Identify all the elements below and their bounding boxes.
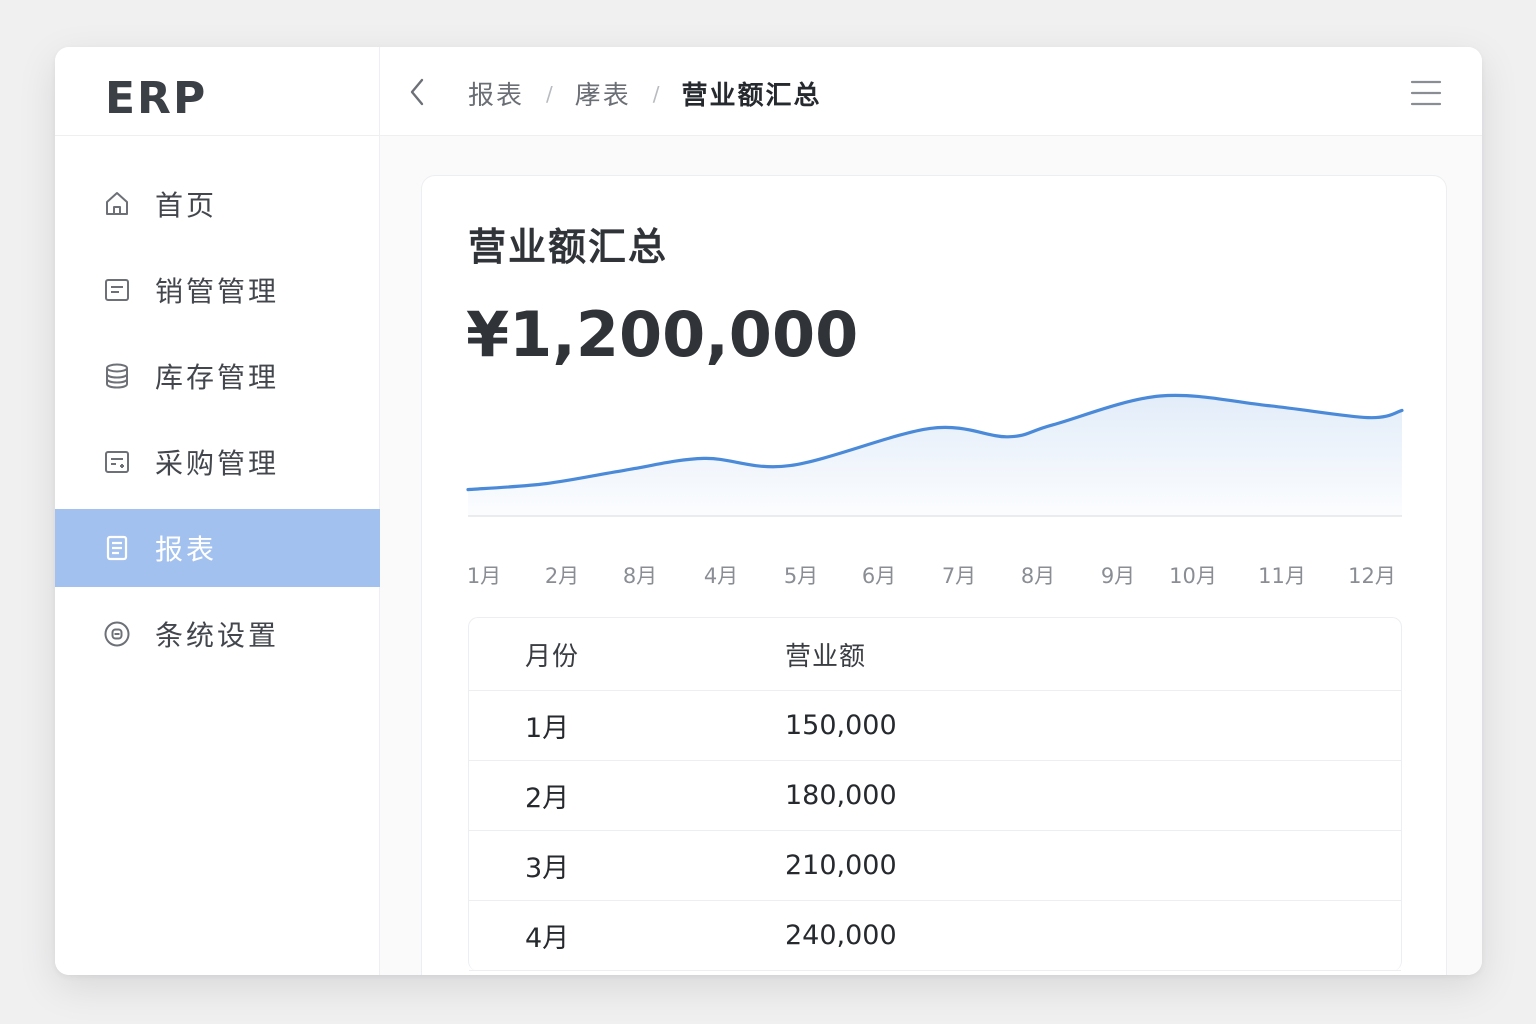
revenue-total: ¥1,200,000: [466, 298, 859, 371]
report-icon: [103, 534, 131, 562]
x-tick-label: 12月: [1348, 564, 1396, 588]
cell-month: 1月: [525, 713, 570, 744]
table-row[interactable]: 2月 180,000: [469, 761, 1401, 831]
cell-month: 3月: [525, 853, 570, 884]
sidebar-item-home[interactable]: 首页: [55, 165, 380, 243]
x-tick-label: 5月: [783, 564, 819, 588]
top-header: 报表 / 庨表 / 营业额汇总: [380, 47, 1482, 136]
x-tick-label: 1月: [466, 564, 502, 588]
cell-amount: 240,000: [785, 920, 897, 951]
breadcrumb-separator: /: [652, 81, 660, 106]
breadcrumb-current: 营业额汇总: [681, 81, 822, 111]
breadcrumb-item[interactable]: 报表: [468, 75, 524, 112]
column-header-amount[interactable]: 营业额: [785, 636, 866, 673]
card-title: 营业额汇总: [468, 225, 669, 269]
sidebar-item-inventory[interactable]: 库存管理: [55, 337, 380, 415]
sidebar-item-label: 销管管理: [155, 275, 280, 308]
main-content: 营业额汇总 ¥1,200,000 1月 2月 8月 4月 5月 6月 7月 8月 9月 10月 11…: [380, 136, 1482, 975]
database-icon: [103, 362, 131, 390]
x-tick-label: 11月: [1258, 564, 1306, 588]
cell-amount: 150,000: [785, 710, 897, 741]
x-tick-label: 8月: [1020, 564, 1056, 588]
x-tick-label: 8月: [622, 564, 658, 588]
x-tick-label: 2月: [544, 564, 580, 588]
cell-amount: 210,000: [785, 850, 897, 881]
table-row[interactable]: 4月 240,000: [469, 901, 1401, 971]
cell-amount: 180,000: [785, 780, 897, 811]
sidebar-item-label: 采购管理: [155, 447, 280, 480]
cell-month: 2月: [525, 783, 570, 814]
sidebar-item-label: 报表: [155, 533, 218, 566]
sidebar-item-sales[interactable]: 销管管理: [55, 251, 380, 329]
x-tick-label: 10月: [1169, 564, 1217, 588]
breadcrumb-item[interactable]: 庨表: [575, 75, 631, 112]
sidebar-item-reports[interactable]: 报表: [55, 509, 380, 587]
app-logo: ERP: [105, 73, 208, 124]
revenue-table: 月份 营业额 1月 150,000 2月 180,000 3月 210,000 …: [468, 617, 1402, 971]
table-row[interactable]: 3月 210,000: [469, 831, 1401, 901]
x-tick-label: 4月: [703, 564, 739, 588]
document-icon: [103, 276, 131, 304]
settings-icon: [103, 620, 131, 648]
sidebar-item-label: 首页: [155, 189, 218, 222]
table-header-row: 月份 营业额: [469, 618, 1401, 691]
revenue-summary-card: 营业额汇总 ¥1,200,000 1月 2月 8月 4月 5月 6月 7月 8月 9月 10月 11…: [421, 175, 1447, 975]
breadcrumb-separator: /: [546, 81, 553, 106]
back-icon[interactable]: [406, 77, 430, 107]
sidebar-item-label: 条统设置: [155, 619, 280, 652]
sidebar-item-settings[interactable]: 条统设置: [55, 595, 380, 673]
divider: [55, 135, 380, 136]
hamburger-menu-icon[interactable]: [1410, 79, 1442, 107]
chart-area-fill: [468, 395, 1402, 516]
x-tick-label: 9月: [1100, 564, 1136, 588]
sidebar: ERP 首页 销管管理 库存管理 采购管理 报表 条统设置: [55, 47, 380, 975]
chart-x-axis: 1月 2月 8月 4月 5月 6月 7月 8月 9月 10月 11月 12月: [466, 560, 1402, 590]
cell-month: 4月: [525, 923, 570, 954]
column-header-month[interactable]: 月份: [469, 636, 785, 673]
app-window: ERP 首页 销管管理 库存管理 采购管理 报表 条统设置 报表 / 庨表 / …: [55, 47, 1482, 975]
home-icon: [103, 190, 131, 218]
purchase-form-icon: [103, 448, 131, 476]
sidebar-item-purchase[interactable]: 采购管理: [55, 423, 380, 501]
x-tick-label: 7月: [941, 564, 977, 588]
x-tick-label: 6月: [861, 564, 897, 588]
sidebar-item-label: 库存管理: [155, 361, 280, 394]
table-row[interactable]: 1月 150,000: [469, 691, 1401, 761]
sidebar-nav: 首页 销管管理 库存管理 采购管理 报表 条统设置: [55, 165, 380, 681]
breadcrumb: 报表 / 庨表 / 营业额汇总: [468, 75, 822, 112]
